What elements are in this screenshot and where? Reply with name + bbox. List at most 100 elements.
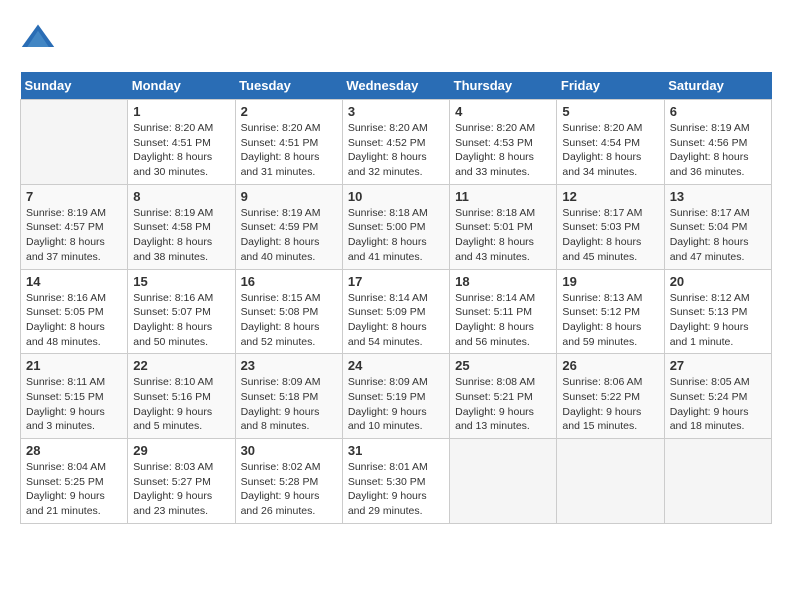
day-number: 17 [348, 274, 444, 289]
day-number: 16 [241, 274, 337, 289]
sunrise-info: Sunrise: 8:17 AM [562, 206, 658, 221]
sunrise-info: Sunrise: 8:03 AM [133, 460, 229, 475]
sunset-info: Sunset: 4:58 PM [133, 220, 229, 235]
calendar-cell: 11 Sunrise: 8:18 AM Sunset: 5:01 PM Dayl… [450, 184, 557, 269]
calendar-cell: 19 Sunrise: 8:13 AM Sunset: 5:12 PM Dayl… [557, 269, 664, 354]
sunset-info: Sunset: 4:59 PM [241, 220, 337, 235]
day-number: 5 [562, 104, 658, 119]
day-info: Sunrise: 8:20 AM Sunset: 4:53 PM Dayligh… [455, 121, 551, 180]
sunrise-info: Sunrise: 8:04 AM [26, 460, 122, 475]
header-thursday: Thursday [450, 72, 557, 100]
sunrise-info: Sunrise: 8:19 AM [670, 121, 766, 136]
calendar-cell: 28 Sunrise: 8:04 AM Sunset: 5:25 PM Dayl… [21, 439, 128, 524]
day-info: Sunrise: 8:09 AM Sunset: 5:18 PM Dayligh… [241, 375, 337, 434]
calendar-table: SundayMondayTuesdayWednesdayThursdayFrid… [20, 72, 772, 524]
day-number: 2 [241, 104, 337, 119]
daylight-info: Daylight: 8 hours and 34 minutes. [562, 150, 658, 179]
day-number: 11 [455, 189, 551, 204]
sunset-info: Sunset: 4:54 PM [562, 136, 658, 151]
day-info: Sunrise: 8:12 AM Sunset: 5:13 PM Dayligh… [670, 291, 766, 350]
sunset-info: Sunset: 5:09 PM [348, 305, 444, 320]
day-number: 30 [241, 443, 337, 458]
daylight-info: Daylight: 9 hours and 8 minutes. [241, 405, 337, 434]
sunrise-info: Sunrise: 8:08 AM [455, 375, 551, 390]
calendar-cell: 16 Sunrise: 8:15 AM Sunset: 5:08 PM Dayl… [235, 269, 342, 354]
sunset-info: Sunset: 4:56 PM [670, 136, 766, 151]
day-info: Sunrise: 8:01 AM Sunset: 5:30 PM Dayligh… [348, 460, 444, 519]
day-info: Sunrise: 8:04 AM Sunset: 5:25 PM Dayligh… [26, 460, 122, 519]
day-info: Sunrise: 8:09 AM Sunset: 5:19 PM Dayligh… [348, 375, 444, 434]
calendar-cell: 26 Sunrise: 8:06 AM Sunset: 5:22 PM Dayl… [557, 354, 664, 439]
calendar-cell: 14 Sunrise: 8:16 AM Sunset: 5:05 PM Dayl… [21, 269, 128, 354]
calendar-cell: 22 Sunrise: 8:10 AM Sunset: 5:16 PM Dayl… [128, 354, 235, 439]
daylight-info: Daylight: 9 hours and 5 minutes. [133, 405, 229, 434]
sunrise-info: Sunrise: 8:09 AM [348, 375, 444, 390]
calendar-cell: 29 Sunrise: 8:03 AM Sunset: 5:27 PM Dayl… [128, 439, 235, 524]
calendar-cell: 1 Sunrise: 8:20 AM Sunset: 4:51 PM Dayli… [128, 100, 235, 185]
day-number: 27 [670, 358, 766, 373]
day-info: Sunrise: 8:10 AM Sunset: 5:16 PM Dayligh… [133, 375, 229, 434]
sunset-info: Sunset: 4:51 PM [241, 136, 337, 151]
day-info: Sunrise: 8:18 AM Sunset: 5:00 PM Dayligh… [348, 206, 444, 265]
daylight-info: Daylight: 8 hours and 43 minutes. [455, 235, 551, 264]
day-info: Sunrise: 8:18 AM Sunset: 5:01 PM Dayligh… [455, 206, 551, 265]
sunset-info: Sunset: 5:18 PM [241, 390, 337, 405]
day-info: Sunrise: 8:02 AM Sunset: 5:28 PM Dayligh… [241, 460, 337, 519]
day-number: 4 [455, 104, 551, 119]
daylight-info: Daylight: 8 hours and 50 minutes. [133, 320, 229, 349]
daylight-info: Daylight: 8 hours and 45 minutes. [562, 235, 658, 264]
day-number: 12 [562, 189, 658, 204]
day-info: Sunrise: 8:17 AM Sunset: 5:03 PM Dayligh… [562, 206, 658, 265]
sunrise-info: Sunrise: 8:20 AM [348, 121, 444, 136]
sunrise-info: Sunrise: 8:09 AM [241, 375, 337, 390]
day-info: Sunrise: 8:11 AM Sunset: 5:15 PM Dayligh… [26, 375, 122, 434]
sunset-info: Sunset: 5:05 PM [26, 305, 122, 320]
day-number: 25 [455, 358, 551, 373]
sunrise-info: Sunrise: 8:18 AM [348, 206, 444, 221]
daylight-info: Daylight: 8 hours and 36 minutes. [670, 150, 766, 179]
day-number: 8 [133, 189, 229, 204]
daylight-info: Daylight: 9 hours and 21 minutes. [26, 489, 122, 518]
day-number: 1 [133, 104, 229, 119]
calendar-week-2: 7 Sunrise: 8:19 AM Sunset: 4:57 PM Dayli… [21, 184, 772, 269]
calendar-cell: 24 Sunrise: 8:09 AM Sunset: 5:19 PM Dayl… [342, 354, 449, 439]
calendar-week-1: 1 Sunrise: 8:20 AM Sunset: 4:51 PM Dayli… [21, 100, 772, 185]
sunset-info: Sunset: 5:11 PM [455, 305, 551, 320]
day-info: Sunrise: 8:08 AM Sunset: 5:21 PM Dayligh… [455, 375, 551, 434]
sunset-info: Sunset: 5:03 PM [562, 220, 658, 235]
sunset-info: Sunset: 5:30 PM [348, 475, 444, 490]
day-info: Sunrise: 8:20 AM Sunset: 4:51 PM Dayligh… [133, 121, 229, 180]
day-number: 23 [241, 358, 337, 373]
calendar-cell: 15 Sunrise: 8:16 AM Sunset: 5:07 PM Dayl… [128, 269, 235, 354]
sunrise-info: Sunrise: 8:10 AM [133, 375, 229, 390]
sunset-info: Sunset: 5:19 PM [348, 390, 444, 405]
sunrise-info: Sunrise: 8:02 AM [241, 460, 337, 475]
calendar-cell: 17 Sunrise: 8:14 AM Sunset: 5:09 PM Dayl… [342, 269, 449, 354]
header-sunday: Sunday [21, 72, 128, 100]
sunset-info: Sunset: 5:28 PM [241, 475, 337, 490]
daylight-info: Daylight: 8 hours and 37 minutes. [26, 235, 122, 264]
daylight-info: Daylight: 8 hours and 59 minutes. [562, 320, 658, 349]
day-info: Sunrise: 8:19 AM Sunset: 4:59 PM Dayligh… [241, 206, 337, 265]
daylight-info: Daylight: 8 hours and 31 minutes. [241, 150, 337, 179]
header-wednesday: Wednesday [342, 72, 449, 100]
daylight-info: Daylight: 9 hours and 3 minutes. [26, 405, 122, 434]
sunset-info: Sunset: 5:27 PM [133, 475, 229, 490]
calendar-cell: 7 Sunrise: 8:19 AM Sunset: 4:57 PM Dayli… [21, 184, 128, 269]
daylight-info: Daylight: 8 hours and 52 minutes. [241, 320, 337, 349]
day-number: 24 [348, 358, 444, 373]
day-number: 28 [26, 443, 122, 458]
day-info: Sunrise: 8:13 AM Sunset: 5:12 PM Dayligh… [562, 291, 658, 350]
calendar-cell [21, 100, 128, 185]
sunrise-info: Sunrise: 8:20 AM [133, 121, 229, 136]
page-header [20, 20, 772, 56]
sunrise-info: Sunrise: 8:06 AM [562, 375, 658, 390]
day-info: Sunrise: 8:14 AM Sunset: 5:11 PM Dayligh… [455, 291, 551, 350]
daylight-info: Daylight: 9 hours and 18 minutes. [670, 405, 766, 434]
daylight-info: Daylight: 8 hours and 32 minutes. [348, 150, 444, 179]
day-info: Sunrise: 8:16 AM Sunset: 5:07 PM Dayligh… [133, 291, 229, 350]
sunrise-info: Sunrise: 8:19 AM [26, 206, 122, 221]
day-number: 21 [26, 358, 122, 373]
calendar-cell: 13 Sunrise: 8:17 AM Sunset: 5:04 PM Dayl… [664, 184, 771, 269]
calendar-cell: 8 Sunrise: 8:19 AM Sunset: 4:58 PM Dayli… [128, 184, 235, 269]
